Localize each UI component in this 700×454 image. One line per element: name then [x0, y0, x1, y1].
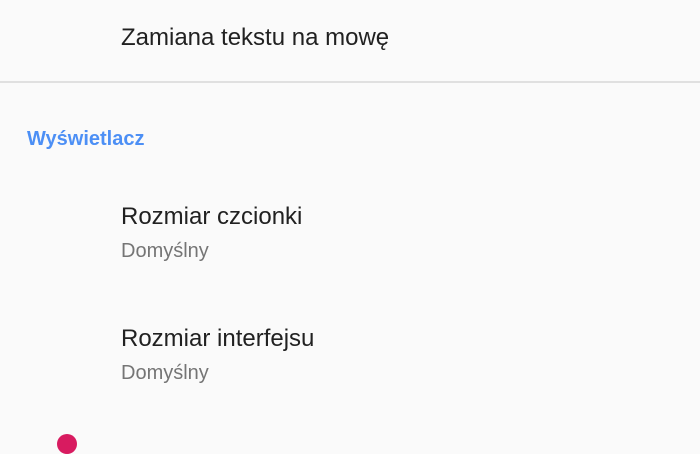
text-to-speech-item[interactable]: Zamiana tekstu na mowę — [0, 0, 700, 82]
ui-size-summary: Domyślny — [121, 362, 209, 384]
display-section-header: Wyświetlacz — [27, 128, 145, 150]
partially-visible-icon — [57, 434, 77, 454]
font-size-title: Rozmiar czcionki — [121, 203, 303, 230]
section-divider — [0, 81, 700, 83]
font-size-summary: Domyślny — [121, 240, 209, 262]
font-size-item[interactable]: Rozmiar czcionki Domyślny — [0, 186, 700, 298]
ui-size-title: Rozmiar interfejsu — [121, 325, 315, 352]
text-to-speech-title: Zamiana tekstu na mowę — [121, 24, 390, 51]
ui-size-item[interactable]: Rozmiar interfejsu Domyślny — [0, 308, 700, 420]
